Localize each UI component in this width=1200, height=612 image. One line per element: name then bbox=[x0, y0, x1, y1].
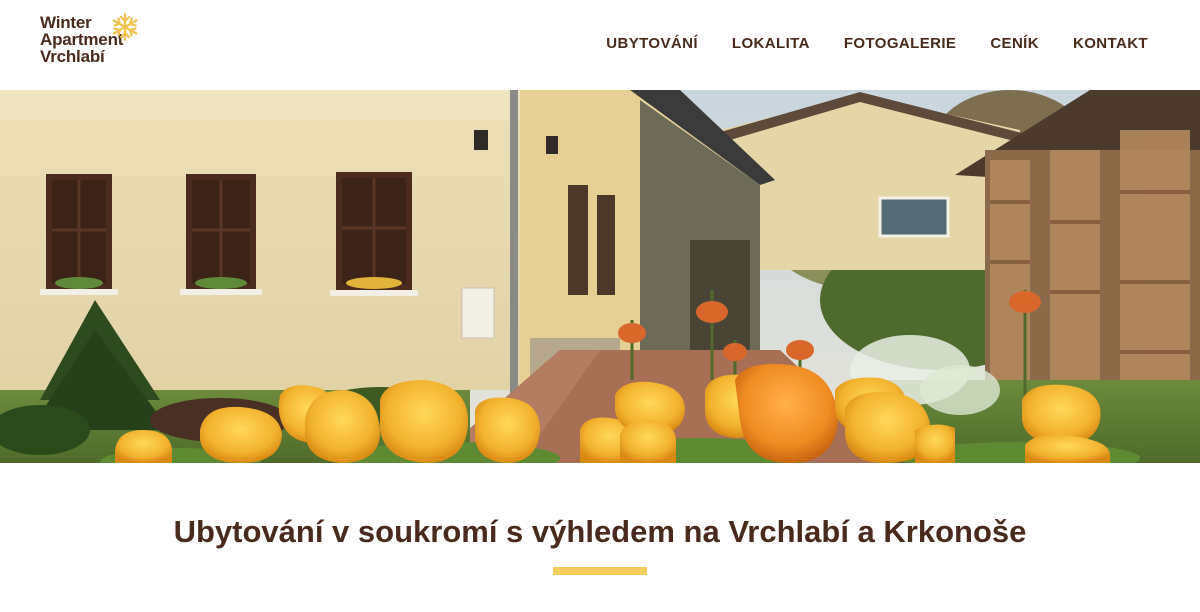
snowflake-icon bbox=[112, 12, 138, 42]
main-nav: UBYTOVÁNÍ LOKALITA FOTOGALERIE CENÍK KON… bbox=[606, 35, 1148, 53]
site-logo[interactable]: Winter Apartment Vrchlabí bbox=[40, 12, 160, 78]
title-accent-bar bbox=[553, 567, 647, 575]
nav-item-kontakt[interactable]: KONTAKT bbox=[1073, 35, 1148, 53]
page-title: Ubytování v soukromí s výhledem na Vrchl… bbox=[173, 513, 1027, 549]
site-header: Winter Apartment Vrchlabí UBYTOVÁNÍ LOKA… bbox=[0, 0, 1200, 90]
nav-item-lokalita[interactable]: LOKALITA bbox=[732, 35, 810, 53]
nav-item-ubytovani[interactable]: UBYTOVÁNÍ bbox=[606, 35, 698, 53]
hero-image bbox=[0, 90, 1200, 463]
logo-line-3: Vrchlabí bbox=[40, 47, 105, 66]
nav-item-cenik[interactable]: CENÍK bbox=[990, 35, 1039, 53]
house-garden-tulips-photo bbox=[0, 90, 1200, 463]
nav-item-fotogalerie[interactable]: FOTOGALERIE bbox=[844, 35, 956, 53]
